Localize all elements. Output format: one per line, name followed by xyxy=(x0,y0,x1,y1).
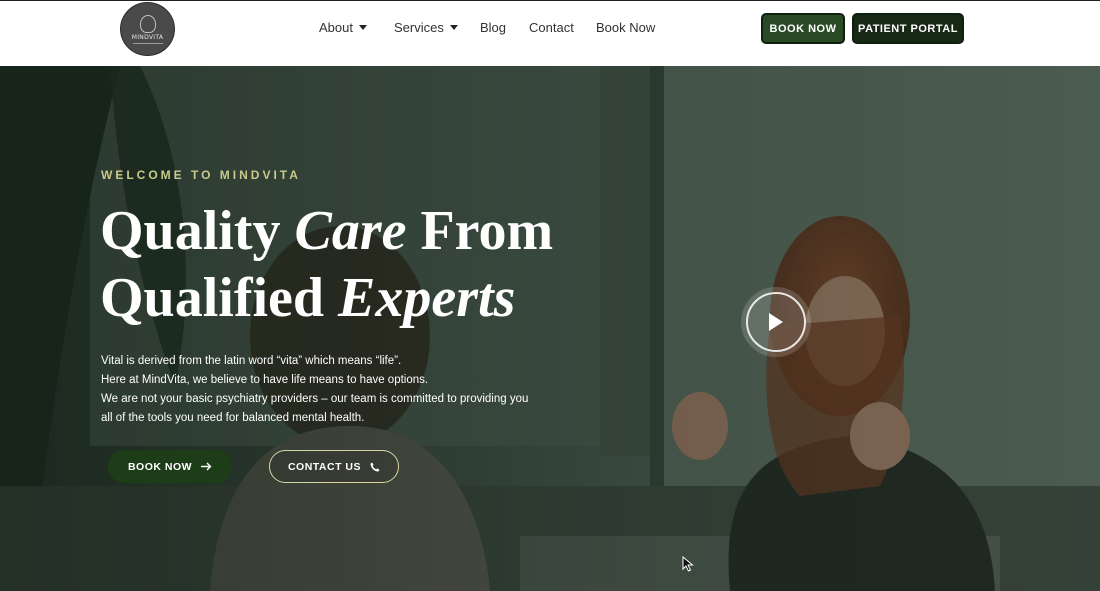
hero-contact-us-button[interactable]: CONTACT US xyxy=(269,450,399,483)
hero-description-line: all of the tools you need for balanced m… xyxy=(101,412,365,424)
hero-contact-us-label: CONTACT US xyxy=(287,460,362,473)
nav-item-label: Blog xyxy=(480,20,507,35)
nav-item-services[interactable]: Services xyxy=(394,20,458,35)
play-icon xyxy=(769,313,783,331)
hero-book-now-label: BOOK NOW xyxy=(127,460,193,473)
nav-item-label: About xyxy=(319,20,353,35)
play-ring xyxy=(746,292,806,352)
hero-book-now-button[interactable]: BOOK NOW xyxy=(108,450,232,483)
hero-description-line: We are not your basic psychiatry provide… xyxy=(101,393,529,405)
hero-description-line: Vital is derived from the latin word “vi… xyxy=(101,355,402,367)
caret-down-icon xyxy=(449,25,458,30)
phone-icon xyxy=(370,462,380,471)
nav-item-label: Services xyxy=(394,20,444,35)
video-play-button[interactable] xyxy=(741,287,811,357)
headline-word: Qualified xyxy=(100,267,339,329)
headline-emphasis: Care xyxy=(294,200,407,262)
nav-item-label: Contact xyxy=(529,20,574,35)
nav-item-about[interactable]: About xyxy=(319,20,367,35)
nav-item-book-now[interactable]: Book Now xyxy=(596,20,655,35)
headline-emphasis: Experts xyxy=(338,267,516,329)
nav-item-label: Book Now xyxy=(596,20,656,35)
hero-headline: Quality Care From Qualified Experts xyxy=(100,198,620,332)
hero-description: Vital is derived from the latin word “vi… xyxy=(101,352,571,428)
arrow-right-icon xyxy=(201,462,212,471)
nav-item-contact[interactable]: Contact xyxy=(529,20,574,35)
patient-portal-button[interactable]: PATIENT PORTAL xyxy=(852,13,964,44)
hero-description-line: Here at MindVita, we believe to have lif… xyxy=(101,374,429,386)
mouse-cursor-icon xyxy=(682,556,694,572)
hero-eyebrow: WELCOME TO MINDVITA xyxy=(101,168,301,182)
headline-word: From xyxy=(406,200,554,262)
site-header: MINDVITA About Services Blog Contact Boo… xyxy=(0,0,1100,66)
header-book-now-button[interactable]: BOOK NOW xyxy=(761,13,845,44)
headline-word: Quality xyxy=(100,200,295,262)
hero-section: WELCOME TO MINDVITA Quality Care From Qu… xyxy=(0,66,1100,591)
nav-item-blog[interactable]: Blog xyxy=(480,20,506,35)
caret-down-icon xyxy=(358,25,367,30)
